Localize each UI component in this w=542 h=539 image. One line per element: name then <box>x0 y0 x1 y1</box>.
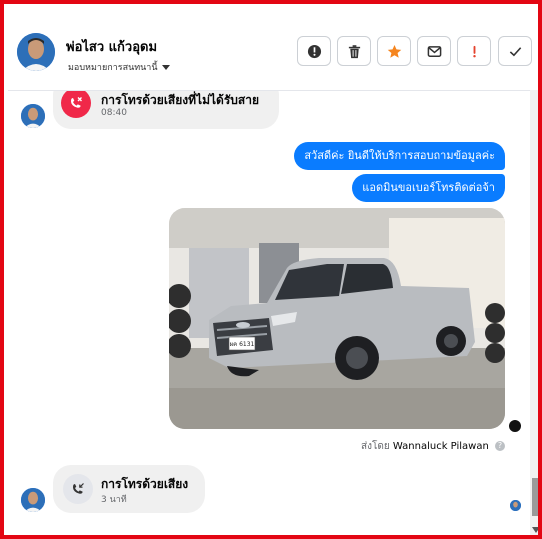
license-plate-text: ผค 6131 <box>230 341 255 348</box>
conversation-header: พ่อไสว แก้วอุดม มอบหมายการสนทนานี้ <box>8 8 532 91</box>
voice-call-message[interactable]: การโทรด้วยเสียง 3 นาที <box>53 465 205 513</box>
star-icon <box>387 44 401 58</box>
scrollbar-track[interactable] <box>530 90 538 535</box>
exclamation-icon <box>472 45 476 57</box>
missed-call-message[interactable]: การโทรด้วยเสียงที่ไม่ได้รับสาย 08:40 <box>53 91 279 129</box>
missed-call-icon <box>61 91 91 118</box>
incoming-call-icon <box>63 474 93 504</box>
delete-button[interactable] <box>337 36 371 66</box>
mark-unread-button[interactable] <box>417 36 451 66</box>
contact-avatar[interactable] <box>17 33 55 71</box>
sent-by-prefix: ส่งโดย <box>361 441 390 452</box>
outgoing-message[interactable]: สวัสดีค่ะ ยินดีให้บริการสอบถามข้อมูลค่ะ <box>294 142 505 170</box>
message-list[interactable]: การโทรด้วยเสียงที่ไม่ได้รับสาย 08:40 สวั… <box>8 91 530 535</box>
report-button[interactable] <box>297 36 331 66</box>
mark-important-button[interactable] <box>457 36 491 66</box>
check-icon <box>509 46 521 56</box>
contact-avatar-small <box>21 488 45 512</box>
window-frame: พ่อไสว แก้วอุดม มอบหมายการสนทนานี้ การโท… <box>0 0 542 539</box>
sent-by-label: ส่งโดย Wannaluck Pilawan ? <box>361 439 505 454</box>
help-icon[interactable]: ? <box>495 441 505 451</box>
alert-circle-icon <box>307 44 321 58</box>
trash-icon <box>348 44 360 58</box>
outgoing-message[interactable]: แอดมินขอเบอร์โทรติดต่อจ้า <box>352 174 505 202</box>
missed-call-time: 08:40 <box>101 108 127 118</box>
contact-avatar-small <box>21 104 45 128</box>
chevron-down-icon <box>161 65 170 70</box>
mail-icon <box>427 45 441 57</box>
seen-indicator-avatar <box>510 500 521 511</box>
seen-indicator-avatar <box>509 420 521 432</box>
star-button[interactable] <box>377 36 411 66</box>
assign-conversation-dropdown[interactable]: มอบหมายการสนทนานี้ <box>68 60 170 74</box>
photo-attachment[interactable]: ผค 6131 <box>169 208 505 429</box>
voice-call-duration: 3 นาที <box>101 495 127 505</box>
scrollbar-thumb[interactable] <box>532 478 538 516</box>
header-actions <box>297 36 538 66</box>
scroll-down-arrow-icon[interactable] <box>532 527 538 533</box>
mark-done-button[interactable] <box>498 36 532 66</box>
contact-name[interactable]: พ่อไสว แก้วอุดม <box>66 36 157 57</box>
assign-label: มอบหมายการสนทนานี้ <box>68 63 158 73</box>
sent-by-name[interactable]: Wannaluck Pilawan <box>393 441 489 452</box>
